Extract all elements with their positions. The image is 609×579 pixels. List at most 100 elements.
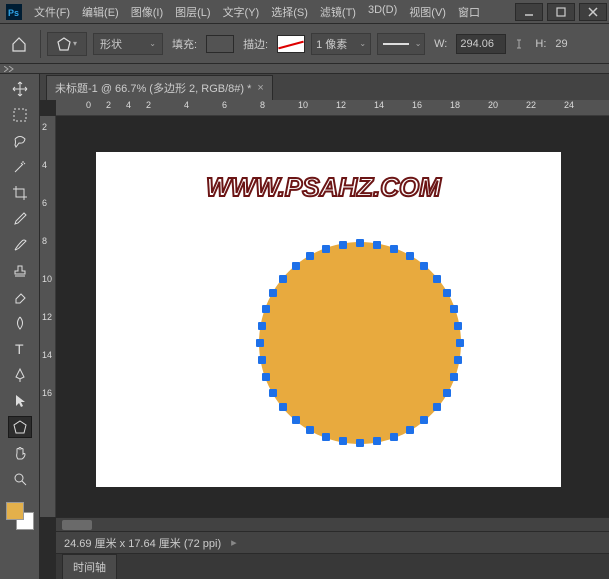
anchor-point[interactable] [269,289,277,297]
menu-type[interactable]: 文字(Y) [217,0,266,24]
ruler-horizontal[interactable]: 02424681012141618202224 [56,100,609,116]
shape-mode-label: 形状 [100,36,122,52]
anchor-point[interactable] [433,403,441,411]
ruler-tick: 16 [42,388,52,398]
pen-tool[interactable] [8,364,32,386]
anchor-point[interactable] [322,245,330,253]
eyedropper-tool[interactable] [8,208,32,230]
move-tool[interactable] [8,78,32,100]
polygon-shape[interactable] [259,242,461,444]
anchor-point[interactable] [339,437,347,445]
horizontal-scrollbar[interactable] [56,517,609,531]
stroke-width-input[interactable]: 1 像素 ⌄ [311,33,371,55]
anchor-point[interactable] [456,339,464,347]
type-tool[interactable]: T [8,338,32,360]
blur-tool[interactable] [8,312,32,334]
stroke-swatch[interactable] [277,35,305,53]
app-logo: Ps [0,0,28,24]
anchor-point[interactable] [373,241,381,249]
menu-filter[interactable]: 滤镜(T) [314,0,362,24]
magic-wand-tool[interactable] [8,156,32,178]
crop-tool[interactable] [8,182,32,204]
anchor-point[interactable] [420,262,428,270]
ruler-tick: 14 [42,350,52,360]
ruler-tick: 4 [126,100,131,110]
menu-view[interactable]: 视图(V) [403,0,452,24]
menu-edit[interactable]: 编辑(E) [76,0,125,24]
anchor-point[interactable] [306,252,314,260]
anchor-point[interactable] [279,275,287,283]
anchor-point[interactable] [258,356,266,364]
ruler-tick: 2 [146,100,151,110]
foreground-color-swatch[interactable] [6,502,24,520]
ruler-tick: 2 [42,122,47,132]
lasso-tool[interactable] [8,130,32,152]
stamp-tool[interactable] [8,260,32,282]
minimize-button[interactable] [515,3,543,21]
anchor-point[interactable] [454,322,462,330]
anchor-point[interactable] [450,373,458,381]
document-tab[interactable]: 未标题-1 @ 66.7% (多边形 2, RGB/8#) * × [46,75,273,100]
anchor-point[interactable] [406,426,414,434]
stroke-style-select[interactable]: ⌄ [377,33,425,55]
anchor-point[interactable] [390,245,398,253]
collapse-bar[interactable] [0,64,609,74]
width-input[interactable] [456,34,506,54]
anchor-point[interactable] [279,403,287,411]
maximize-button[interactable] [547,3,575,21]
close-button[interactable] [579,3,607,21]
zoom-tool[interactable] [8,468,32,490]
ruler-tick: 0 [86,100,91,110]
menu-3d[interactable]: 3D(D) [362,0,403,24]
anchor-point[interactable] [292,262,300,270]
canvas-viewport[interactable]: WWW.PSAHZ.COM [56,116,609,517]
hand-tool[interactable] [8,442,32,464]
anchor-point[interactable] [433,275,441,283]
scroll-thumb[interactable] [62,520,92,530]
anchor-point[interactable] [292,416,300,424]
anchor-point[interactable] [390,433,398,441]
tab-close-icon[interactable]: × [257,82,263,94]
color-swatches[interactable] [6,502,34,530]
menu-layer[interactable]: 图层(L) [169,0,216,24]
shape-tool[interactable] [8,416,32,438]
anchor-point[interactable] [256,339,264,347]
menu-window[interactable]: 窗口 [452,0,486,24]
chevron-down-icon: ⌄ [415,39,422,48]
anchor-point[interactable] [443,289,451,297]
anchor-point[interactable] [262,373,270,381]
anchor-point[interactable] [306,426,314,434]
anchor-point[interactable] [420,416,428,424]
ruler-vertical[interactable]: 246810121416 [40,116,56,517]
link-icon[interactable] [512,37,526,51]
fill-swatch[interactable] [206,35,234,53]
anchor-point[interactable] [356,439,364,447]
menu-select[interactable]: 选择(S) [265,0,314,24]
anchor-point[interactable] [339,241,347,249]
eraser-tool[interactable] [8,286,32,308]
chevron-down-icon: ⌄ [359,39,366,48]
status-more-icon[interactable]: ▸ [231,536,237,549]
anchor-point[interactable] [258,322,266,330]
anchor-point[interactable] [373,437,381,445]
path-select-tool[interactable] [8,390,32,412]
home-button[interactable] [4,30,34,58]
menu-image[interactable]: 图像(I) [125,0,169,24]
anchor-point[interactable] [262,305,270,313]
tool-preset-picker[interactable]: ▾ [47,32,87,56]
menu-file[interactable]: 文件(F) [28,0,76,24]
artboard[interactable]: WWW.PSAHZ.COM [96,152,561,487]
ruler-tick: 10 [298,100,308,110]
anchor-point[interactable] [269,389,277,397]
anchor-point[interactable] [322,433,330,441]
anchor-point[interactable] [443,389,451,397]
brush-tool[interactable] [8,234,32,256]
marquee-tool[interactable] [8,104,32,126]
anchor-point[interactable] [406,252,414,260]
anchor-point[interactable] [450,305,458,313]
timeline-tab[interactable]: 时间轴 [62,554,117,579]
shape-mode-select[interactable]: 形状 ⌄ [93,33,163,55]
anchor-point[interactable] [454,356,462,364]
ruler-tick: 10 [42,274,52,284]
anchor-point[interactable] [356,239,364,247]
